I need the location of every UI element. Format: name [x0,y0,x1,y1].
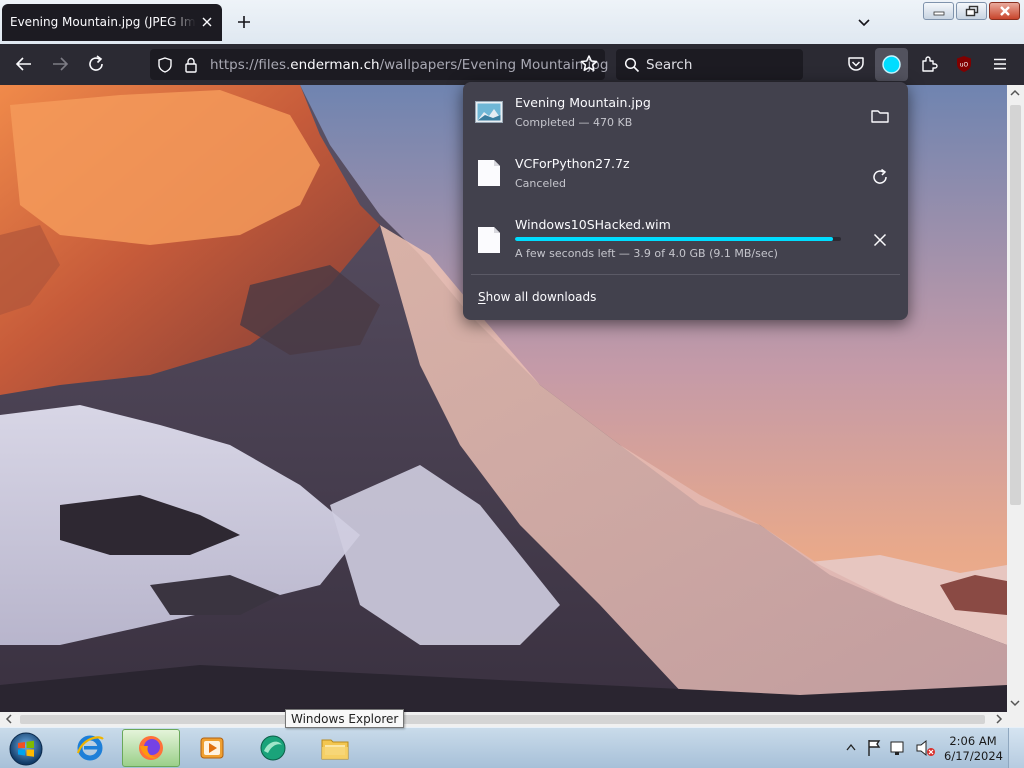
forward-icon[interactable] [48,52,72,76]
navigation-toolbar: https://files.enderman.ch/wallpapers/Eve… [0,44,1024,85]
pocket-icon[interactable] [844,52,868,76]
taskbar-firefox[interactable] [122,729,180,767]
taskbar-internet-explorer[interactable] [61,729,119,767]
file-icon [478,160,500,186]
search-bar[interactable]: Search [616,49,803,80]
download-filename: Evening Mountain.jpg [515,95,651,110]
show-hidden-icons-icon [846,743,856,751]
retry-icon[interactable] [868,165,892,189]
tab-strip: Evening Mountain.jpg (JPEG Image [0,0,1024,44]
scroll-up-icon[interactable] [1010,88,1020,98]
close-icon [999,6,1010,16]
vertical-scroll-thumb[interactable] [1010,105,1021,505]
ublock-origin-icon[interactable]: uO [952,52,976,76]
tab-title: Evening Mountain.jpg (JPEG Image [10,15,196,29]
downloads-panel: Evening Mountain.jpg Completed — 470 KB … [463,82,908,320]
scroll-down-icon[interactable] [1010,698,1020,708]
taskbar: 2:06 AM 6/17/2024 [0,727,1024,768]
action-center-flag-icon [868,740,881,756]
shield-icon[interactable] [156,56,174,74]
firefox-icon [139,736,163,760]
minimize-icon [933,11,944,16]
show-all-downloads-button[interactable]: Show all downloads [478,290,596,304]
tooltip: Windows Explorer [285,709,405,728]
download-item[interactable]: VCForPython27.7z Canceled [463,147,908,205]
new-tab-icon[interactable] [234,12,254,32]
search-icon [624,57,640,73]
back-icon[interactable] [12,52,36,76]
clock[interactable]: 2:06 AM 6/17/2024 [944,734,1003,764]
search-placeholder: Search [646,57,693,73]
network-icon [890,741,904,753]
internet-explorer-icon [76,735,104,761]
minimize-button[interactable] [923,2,954,20]
window-controls [923,2,1020,20]
volume-muted-icon [916,739,927,757]
vertical-scrollbar[interactable] [1007,85,1024,712]
clock-time: 2:06 AM [949,734,997,748]
extensions-icon[interactable] [917,52,941,76]
bookmark-star-icon[interactable] [577,52,601,76]
scroll-right-icon[interactable] [994,714,1004,724]
download-status: Canceled [515,177,567,190]
folder-icon [321,739,349,760]
download-item[interactable]: Evening Mountain.jpg Completed — 470 KB [463,86,908,144]
green-app-icon [260,735,286,761]
image-file-icon [475,101,503,123]
close-window-button[interactable] [989,2,1020,20]
restore-icon [965,5,978,17]
download-progress-bar [515,237,841,241]
taskbar-app-green[interactable] [244,729,302,767]
menu-icon[interactable] [988,52,1012,76]
show-all-label: how all downloads [485,290,597,304]
cancel-icon[interactable] [868,228,892,252]
svg-text:uO: uO [960,62,969,69]
download-status: Completed — 470 KB [515,116,633,129]
download-progress-icon [882,55,901,74]
chevron-down-icon[interactable] [854,12,874,32]
scrollbar-corner [1007,712,1024,727]
taskbar-media-player[interactable] [183,729,241,767]
lock-icon[interactable] [182,56,200,74]
download-progress-fill [515,237,833,241]
download-item[interactable]: Windows10SHacked.wim A few seconds left … [463,208,908,266]
horizontal-scrollbar[interactable] [0,712,1007,727]
media-player-icon [200,737,224,759]
close-tab-icon[interactable] [198,13,216,31]
show-desktop-button[interactable] [1008,728,1024,768]
taskbar-windows-explorer[interactable] [306,729,364,767]
tab-evening-mountain[interactable]: Evening Mountain.jpg (JPEG Image [2,4,222,41]
download-status: A few seconds left — 3.9 of 4.0 GB (9.1 … [515,247,778,260]
panel-divider [471,274,900,275]
download-filename: VCForPython27.7z [515,156,630,171]
restore-button[interactable] [956,2,987,20]
file-icon [478,227,500,253]
scroll-left-icon[interactable] [4,714,14,724]
address-bar[interactable]: https://files.enderman.ch/wallpapers/Eve… [150,49,609,80]
system-tray [846,739,935,757]
horizontal-scroll-thumb[interactable] [20,715,985,724]
start-button-icon[interactable] [6,730,46,768]
url-text: https://files.enderman.ch/wallpapers/Eve… [210,57,609,73]
clock-date: 6/17/2024 [944,749,1003,763]
downloads-button[interactable] [875,48,908,81]
download-filename: Windows10SHacked.wim [515,217,671,232]
folder-icon[interactable] [868,104,892,128]
reload-icon[interactable] [84,52,108,76]
